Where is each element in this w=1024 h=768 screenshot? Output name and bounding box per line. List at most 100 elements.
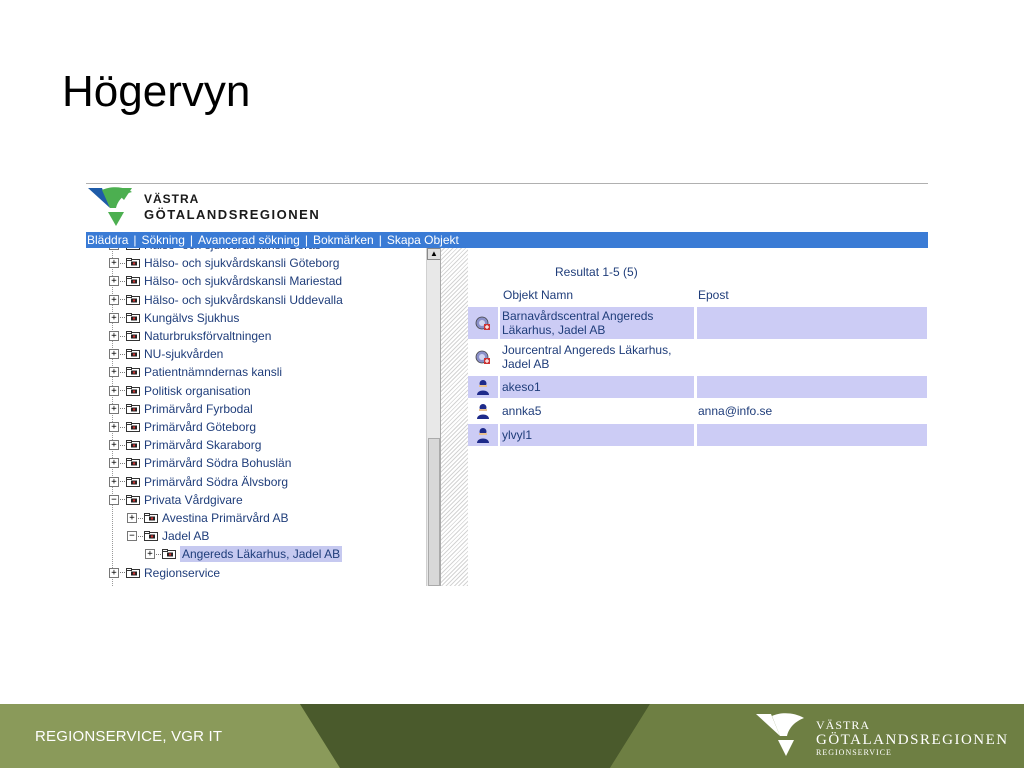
expand-icon[interactable]: + [109, 349, 119, 360]
tree-item[interactable]: + Hälso- och sjukvårdskansli Göteborg [109, 255, 339, 271]
scroll-up-arrow-icon[interactable]: ▲ [427, 248, 441, 260]
result-name-line: Barnavårdscentral Angereds [502, 309, 654, 323]
result-row[interactable]: ylvyl1 [468, 424, 928, 446]
folder-icon [162, 549, 176, 560]
expand-icon[interactable]: + [109, 567, 119, 578]
expand-icon[interactable]: + [127, 513, 137, 523]
person-icon [477, 404, 489, 419]
result-icon-cell [468, 307, 498, 339]
tree-item[interactable]: + Kungälvs Sjukhus [109, 310, 239, 326]
expand-icon[interactable]: + [145, 549, 155, 560]
result-name[interactable]: annka5 [502, 400, 694, 422]
tree-item[interactable]: + Hälso- och sjukvårdskansli Uddevalla [109, 292, 343, 308]
folder-icon [126, 349, 140, 360]
tree-item-label: Regionservice [144, 565, 221, 580]
footer-brand: VÄSTRA GÖTALANDSREGIONEN REGIONSERVICE [816, 718, 1009, 758]
result-row[interactable]: akeso1 [468, 376, 928, 398]
expand-icon[interactable]: + [109, 476, 119, 487]
nav-search[interactable]: Sökning [142, 233, 185, 247]
result-name[interactable]: Barnavårdscentral Angereds Läkarhus, Jade… [500, 307, 694, 339]
expand-icon[interactable]: + [109, 458, 119, 469]
footer-brand-line2: GÖTALANDSREGIONEN [816, 732, 1009, 748]
scroll-thumb[interactable] [428, 438, 440, 586]
tree-item-label: Patientnämndernas kansli [144, 365, 283, 380]
collapse-icon[interactable]: − [127, 531, 137, 542]
tree-item[interactable]: − Privata Vårdgivare [109, 492, 243, 508]
result-name-text: ylvyl1 [502, 428, 532, 442]
tree-connector [120, 426, 125, 428]
nav-create-object[interactable]: Skapa Objekt [387, 233, 459, 247]
tree-item-label: Primärvård Södra Bohuslän [144, 456, 292, 471]
unit-icon [475, 316, 490, 330]
tree-item[interactable]: + Regionservice [109, 565, 220, 581]
folder-icon [126, 294, 140, 305]
result-email [697, 341, 927, 373]
result-name[interactable]: ylvyl1 [500, 424, 694, 446]
expand-icon[interactable]: + [109, 258, 119, 269]
column-header-email[interactable]: Epost [698, 288, 729, 302]
tree-connector [120, 481, 125, 483]
expand-icon[interactable]: + [109, 248, 119, 250]
person-icon [477, 380, 489, 395]
expand-icon[interactable]: + [109, 331, 119, 341]
result-row[interactable]: annka5 anna@info.se [468, 400, 928, 422]
tree-item[interactable]: + Hälso- och sjukvårdskansli Mariestad [109, 273, 342, 289]
nav-advanced-search[interactable]: Avancerad sökning [198, 233, 300, 247]
nav-bookmarks[interactable]: Bokmärken [313, 233, 374, 247]
tree-item[interactable]: + Primärvård Skaraborg [109, 437, 261, 453]
tree-item-label: Angereds Läkarhus, Jadel AB [180, 546, 343, 563]
expand-icon[interactable]: + [109, 385, 119, 396]
expand-icon[interactable]: + [109, 440, 119, 451]
vgr-logo-icon [88, 187, 132, 226]
tree-item-label: Primärvård Göteborg [144, 420, 257, 434]
tree-connector [120, 499, 125, 501]
tree-item[interactable]: − Jadel AB [127, 528, 209, 544]
result-icon-cell [468, 341, 498, 373]
tree-connector [156, 553, 161, 555]
tree-item[interactable]: + Primärvård Göteborg [109, 419, 256, 435]
expand-icon[interactable]: + [109, 422, 119, 432]
tree-item[interactable]: + Primärvård Södra Bohuslän [109, 455, 291, 471]
result-name-line: Läkarhus, Jadel AB [502, 323, 606, 337]
expand-icon[interactable]: + [109, 367, 119, 378]
tree-item[interactable]: + Primärvård Fyrbodal [109, 401, 253, 417]
tree-pane: + Hälso- och sjukvårdskansli Borås + Hälso-… [86, 248, 440, 586]
folder-icon [126, 567, 140, 578]
tree-item[interactable]: + Hälso- och sjukvårdskansli Borås [109, 248, 321, 253]
tree-item[interactable]: + Primärvård Södra Älvsborg [109, 474, 288, 490]
result-name-text: akeso1 [502, 380, 541, 394]
tree-connector [120, 408, 125, 410]
vgr-logo-icon [756, 713, 804, 756]
app-brand: VÄSTRA GÖTALANDSREGIONEN [144, 192, 320, 223]
result-row[interactable]: Barnavårdscentral Angereds Läkarhus, Jade… [468, 307, 928, 339]
tree-scrollbar[interactable]: ▲ [426, 248, 441, 586]
tree-item[interactable]: + Patientnämndernas kansli [109, 364, 282, 380]
expand-icon[interactable]: + [109, 276, 119, 287]
tree-item[interactable]: + NU-sjukvården [109, 346, 223, 362]
folder-icon [126, 458, 140, 469]
folder-icon [126, 312, 140, 323]
pane-divider[interactable] [440, 248, 470, 586]
tree-connector [120, 280, 125, 282]
result-name-text: annka5 [502, 404, 541, 418]
result-email: anna@info.se [698, 404, 773, 418]
expand-icon[interactable]: + [109, 312, 119, 323]
folder-icon [126, 403, 140, 414]
column-header-name[interactable]: Objekt Namn [503, 288, 573, 302]
folder-icon [126, 476, 140, 487]
result-row[interactable]: Jourcentral Angereds Läkarhus, Jadel AB [468, 341, 928, 373]
tree-item[interactable]: + Naturbruksförvaltningen [109, 328, 271, 344]
result-name[interactable]: Jourcentral Angereds Läkarhus, Jadel AB [502, 341, 694, 373]
folder-icon [144, 531, 158, 542]
nav-browse[interactable]: Bläddra [87, 233, 128, 247]
expand-icon[interactable]: + [109, 294, 119, 305]
app-brand-line2: GÖTALANDSREGIONEN [144, 207, 321, 222]
collapse-icon[interactable]: − [109, 494, 119, 505]
tree-item[interactable]: + Angereds Läkarhus, Jadel AB [145, 546, 343, 563]
result-name[interactable]: akeso1 [500, 376, 694, 398]
expand-icon[interactable]: + [109, 403, 119, 414]
tree-item[interactable]: + Politisk organisation [109, 383, 251, 399]
app-brand-line1: VÄSTRA [144, 192, 200, 206]
tree-item[interactable]: + Avestina Primärvård AB [127, 510, 289, 526]
tree-connector [120, 390, 125, 392]
